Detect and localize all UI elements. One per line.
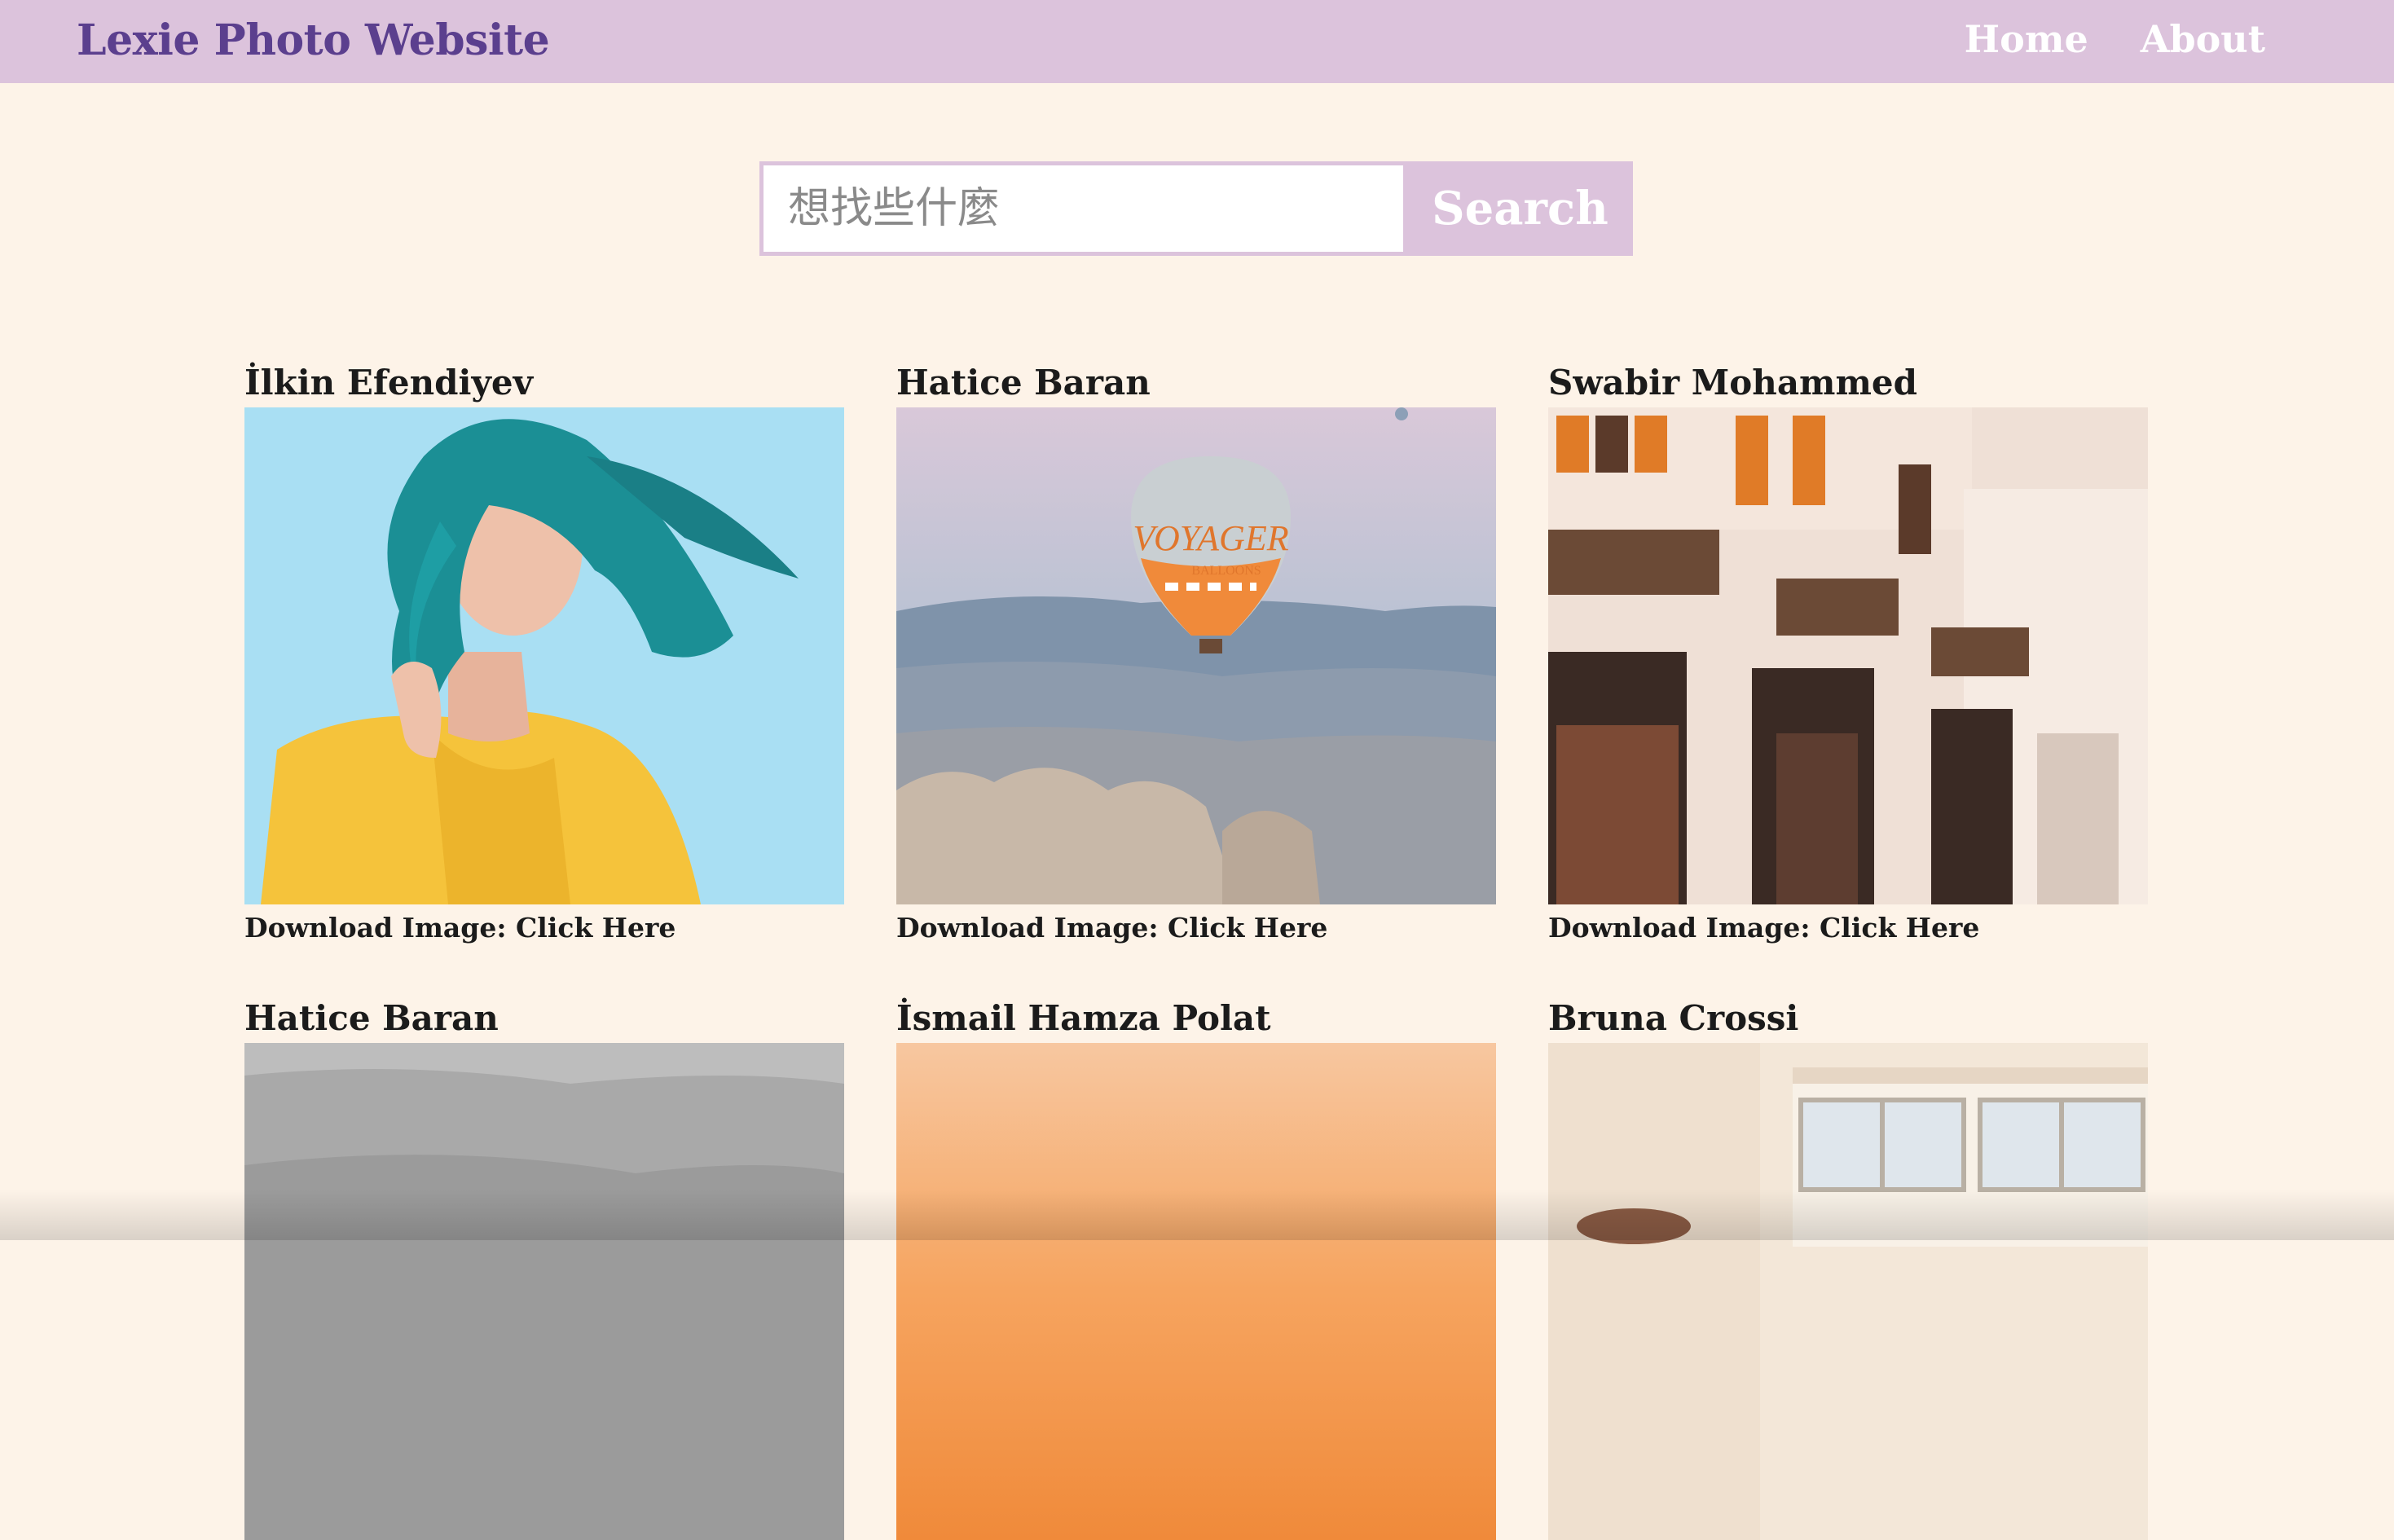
photo-card: Bruna Crossi: [1548, 997, 2148, 1540]
photo-card: Hatice Baran: [896, 362, 1496, 947]
nav-about-link[interactable]: About: [2141, 10, 2265, 68]
download-link[interactable]: Click Here: [1168, 912, 1327, 944]
photo-card: İsmail Hamza Polat: [896, 997, 1496, 1540]
balloon-sublabel: BALLOONS: [1191, 564, 1261, 578]
download-row: Download Image: Click Here: [1548, 909, 2148, 947]
photo-card: İlkin Efendiyev Download Image: Click He…: [244, 362, 844, 947]
site-brand[interactable]: Lexie Photo Website: [77, 11, 550, 70]
photo-image: VOYAGER BALLOONS: [896, 407, 1496, 904]
photo-author: Swabir Mohammed: [1548, 363, 1917, 403]
photo-image: [1548, 1043, 2148, 1540]
search-button[interactable]: Search: [1407, 161, 1633, 256]
top-navbar: Lexie Photo Website Home About: [0, 0, 2394, 83]
photo-author: İlkin Efendiyev: [244, 363, 534, 403]
nav-home-link[interactable]: Home: [1965, 10, 2088, 68]
photo-image: [1548, 407, 2148, 904]
download-label: Download Image:: [244, 912, 507, 944]
download-label: Download Image:: [896, 912, 1159, 944]
download-link[interactable]: Click Here: [1820, 912, 1979, 944]
search-bar: Search: [759, 161, 1633, 256]
search-input[interactable]: [759, 161, 1407, 256]
download-link[interactable]: Click Here: [516, 912, 676, 944]
photo-image: [244, 1043, 844, 1540]
nav-links: Home About: [1965, 10, 2265, 68]
photo-author: Bruna Crossi: [1548, 998, 1799, 1038]
photo-card: Hatice Baran: [244, 997, 844, 1540]
photo-image: [896, 1043, 1496, 1540]
photo-grid: İlkin Efendiyev Download Image: Click He…: [244, 362, 2148, 1540]
photo-author: Hatice Baran: [896, 363, 1151, 403]
download-row: Download Image: Click Here: [896, 909, 1496, 947]
photo-author: İsmail Hamza Polat: [896, 998, 1271, 1038]
download-label: Download Image:: [1548, 912, 1811, 944]
photo-card: Swabir Mohammed Download Image: Click He…: [1548, 362, 2148, 947]
photo-author: Hatice Baran: [244, 998, 499, 1038]
photo-image: [244, 407, 844, 904]
balloon-label: VOYAGER: [1133, 518, 1288, 558]
download-row: Download Image: Click Here: [244, 909, 844, 947]
